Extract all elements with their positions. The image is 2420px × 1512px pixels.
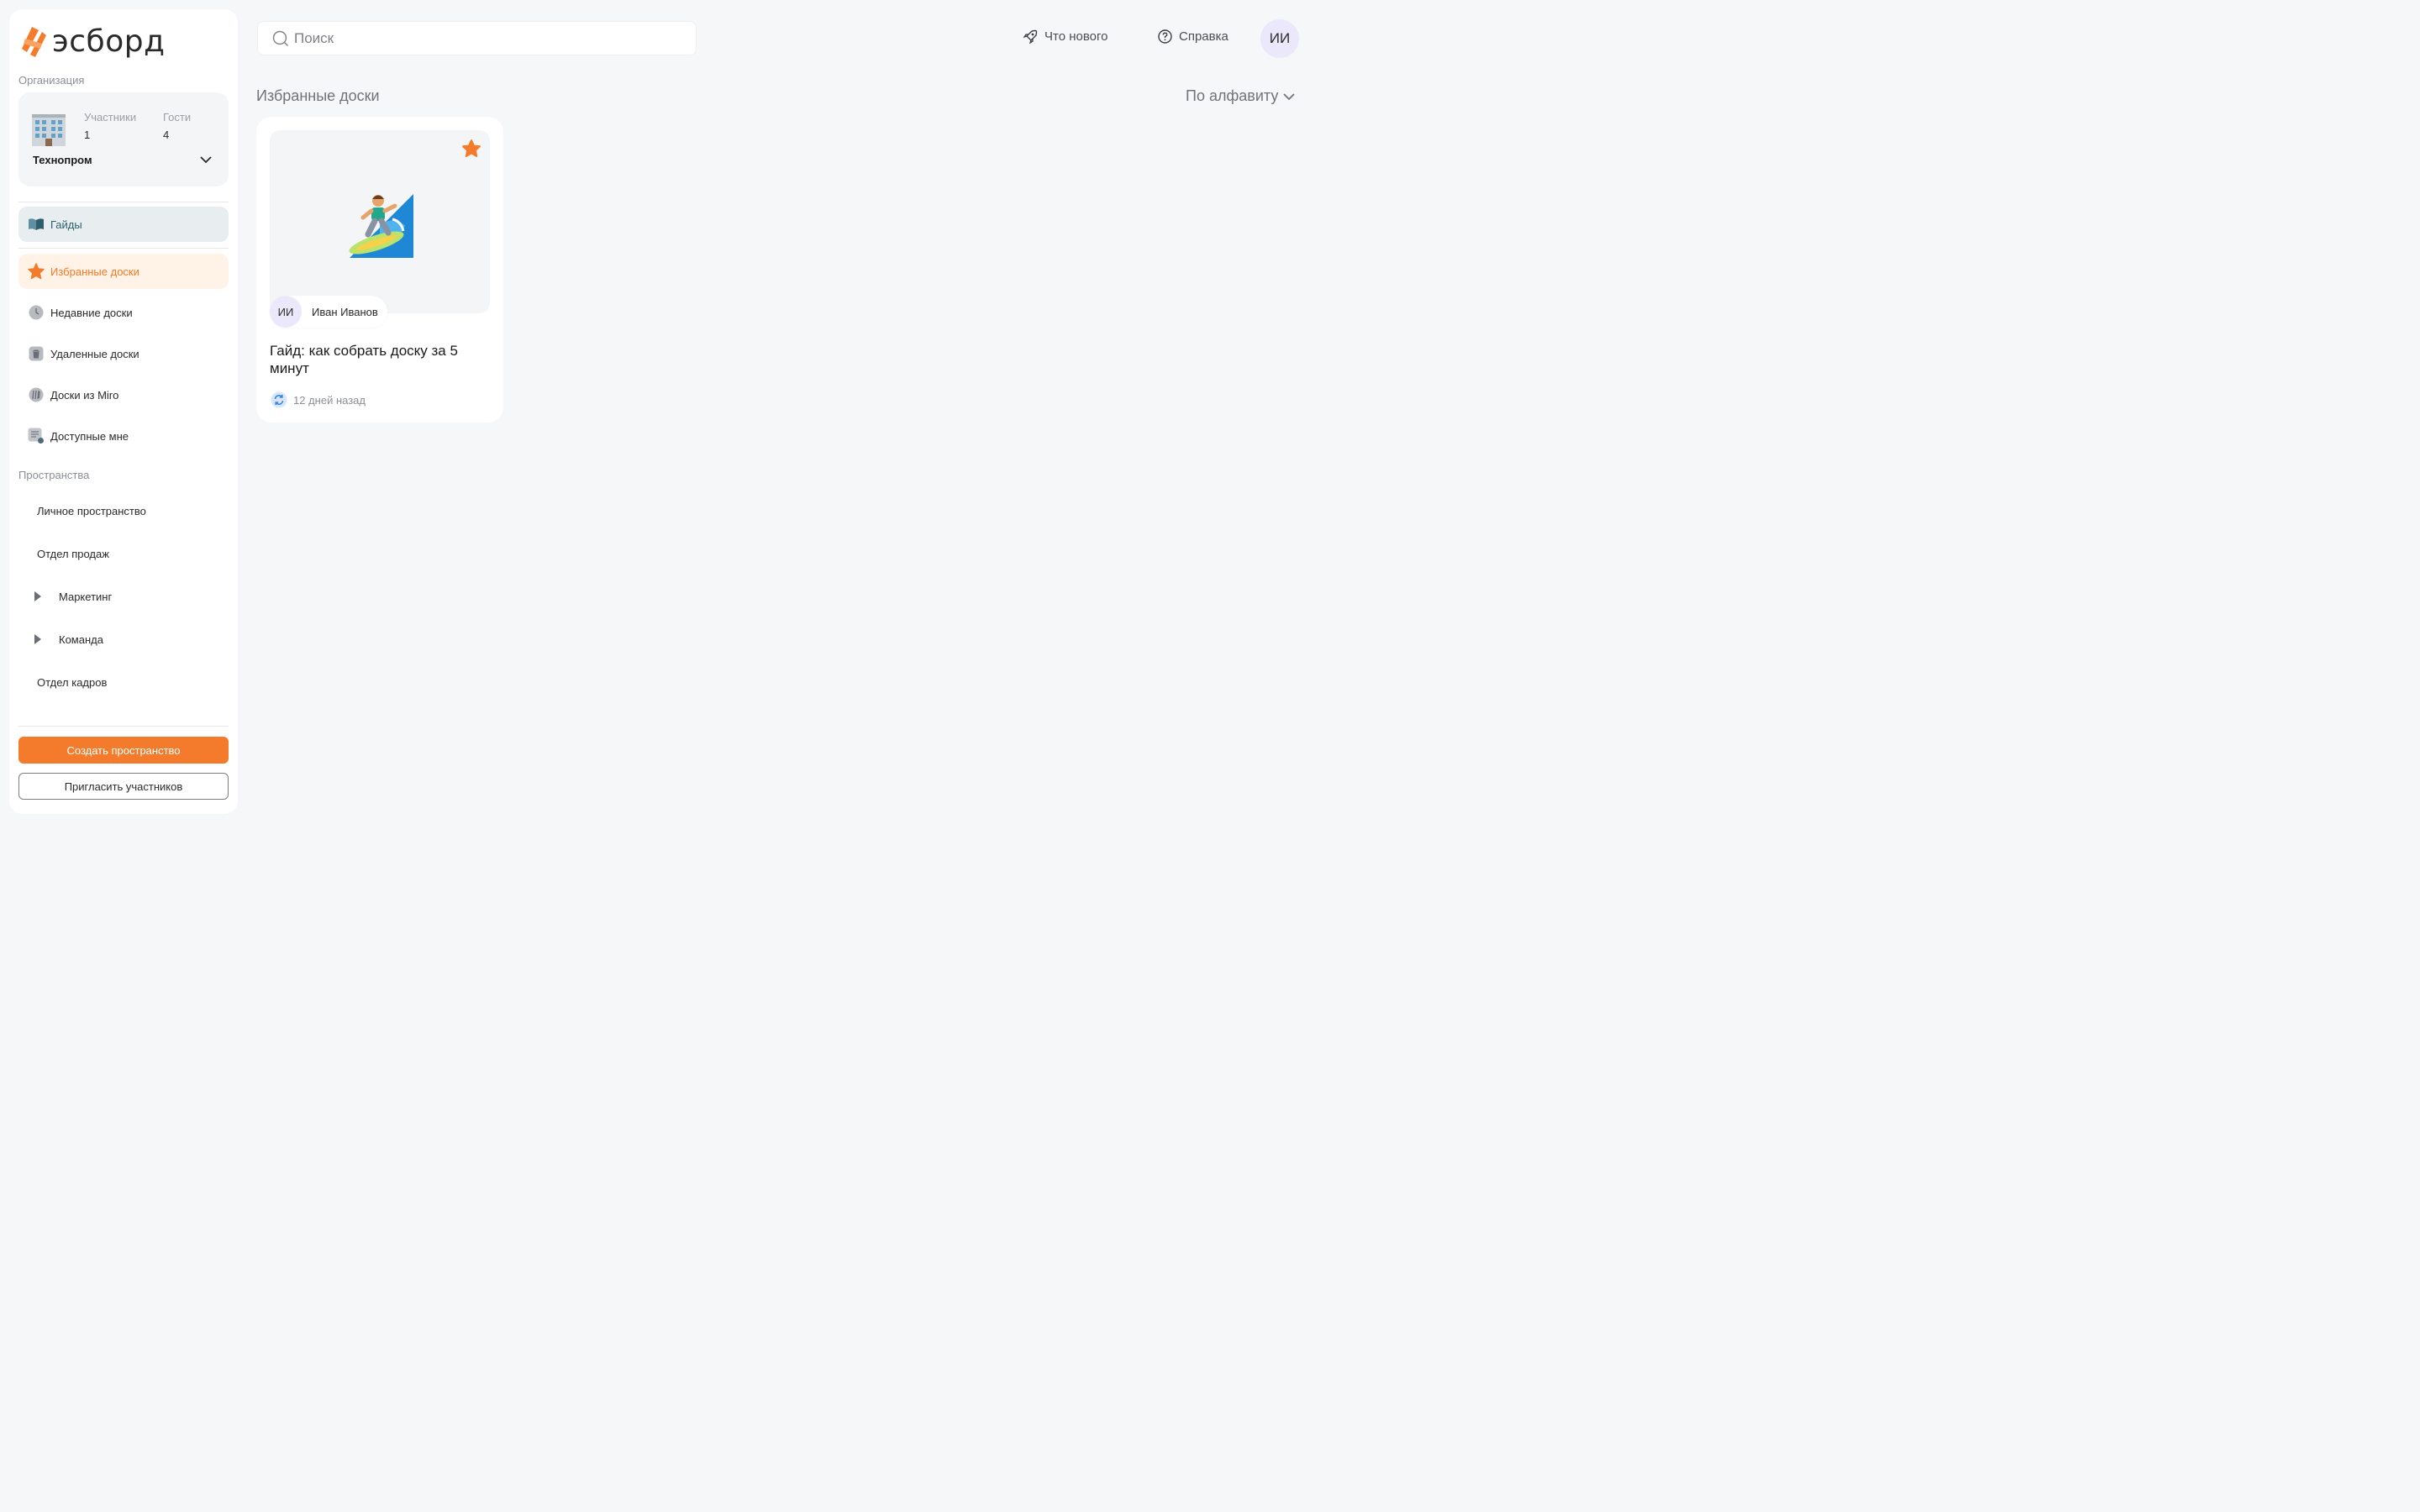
board-card[interactable]: ИИ Иван Иванов Гайд: как собрать доску з…	[256, 117, 503, 423]
board-author: ИИ Иван Иванов	[270, 296, 387, 328]
question-circle-icon	[1157, 29, 1172, 44]
space-item-label: Команда	[59, 633, 103, 646]
organization-card[interactable]: Участники 1 Гости 4 Технопром	[18, 92, 229, 186]
surfer-emoji-icon	[349, 194, 413, 258]
guests-label: Гости	[163, 111, 192, 123]
invite-members-button[interactable]: Пригласить участников	[18, 773, 229, 800]
search-input[interactable]	[294, 29, 664, 47]
author-name: Иван Иванов	[312, 305, 378, 318]
organization-section-label: Организация	[18, 74, 85, 87]
board-title: Гайд: как собрать доску за 5 минут	[270, 343, 458, 376]
caret-right-icon[interactable]	[31, 633, 45, 646]
chevron-down-icon	[1283, 92, 1295, 100]
clock-icon	[28, 304, 45, 321]
nav-favorites-label: Избранные доски	[50, 265, 139, 278]
divider	[18, 248, 229, 249]
caret-right-icon[interactable]	[31, 590, 45, 603]
logo[interactable]: эсборд	[20, 24, 166, 59]
guests-count: 4	[163, 129, 170, 141]
nav-guides-label: Гайды	[50, 218, 82, 231]
space-item-team[interactable]: Команда	[18, 622, 229, 656]
page-title: Избранные доски	[256, 87, 380, 104]
nav-recent[interactable]: Недавние доски	[18, 295, 229, 330]
board-updated: 12 дней назад	[271, 391, 366, 408]
create-space-button[interactable]: Создать пространство	[18, 737, 229, 764]
members-count: 1	[84, 129, 91, 141]
whats-new-link[interactable]: Что нового	[1023, 29, 1107, 44]
nav-guides[interactable]: Гайды	[18, 207, 229, 242]
members-label: Участники	[84, 111, 137, 123]
miro-icon	[28, 386, 45, 403]
board-preview	[270, 130, 490, 313]
nav-deleted[interactable]: Удаленные доски	[18, 336, 229, 371]
search-icon	[272, 30, 288, 46]
nav-miro-label: Доски из Miro	[50, 388, 119, 402]
nav-shared[interactable]: Доступные мне	[18, 418, 229, 454]
trash-icon	[28, 345, 45, 362]
nav-favorites[interactable]: Избранные доски	[18, 254, 229, 289]
help-link[interactable]: Справка	[1157, 29, 1228, 44]
sidebar: эсборд Организация Участники 1 Гости 4 Т…	[9, 9, 238, 814]
star-icon	[28, 263, 45, 280]
space-item-personal[interactable]: Личное пространство	[18, 494, 229, 528]
space-item-label: Личное пространство	[37, 504, 146, 517]
spaces-section-label: Пространства	[18, 469, 90, 481]
rocket-icon	[1023, 29, 1038, 44]
chevron-down-icon[interactable]	[200, 155, 212, 164]
open-book-icon	[28, 216, 45, 233]
whats-new-label: Что нового	[1044, 29, 1108, 44]
nav-recent-label: Недавние доски	[50, 306, 133, 319]
user-avatar[interactable]: ИИ	[1260, 19, 1299, 58]
space-item-label: Отдел продаж	[37, 547, 109, 560]
sync-icon	[271, 391, 287, 408]
board-updated-label: 12 дней назад	[293, 393, 366, 407]
nav-shared-label: Доступные мне	[50, 429, 129, 443]
organization-name: Технопром	[33, 154, 92, 166]
space-item-label: Маркетинг	[59, 590, 113, 603]
space-item-hr[interactable]: Отдел кадров	[18, 665, 229, 699]
shared-document-icon	[28, 428, 45, 444]
nav-deleted-label: Удаленные доски	[50, 347, 139, 360]
space-item-marketing[interactable]: Маркетинг	[18, 580, 229, 613]
office-building-icon	[32, 114, 66, 146]
space-item-label: Отдел кадров	[37, 675, 108, 689]
guests-stat: Гости 4	[163, 111, 191, 141]
logo-text: эсборд	[52, 24, 166, 59]
members-stat: Участники 1	[84, 111, 136, 141]
help-label: Справка	[1179, 29, 1228, 44]
author-avatar: ИИ	[270, 296, 302, 328]
star-favorite-icon[interactable]	[461, 139, 481, 159]
search-bar[interactable]	[257, 21, 697, 55]
sort-dropdown[interactable]: По алфавиту	[1186, 87, 1295, 105]
logo-mark-icon	[22, 26, 46, 57]
space-item-sales[interactable]: Отдел продаж	[18, 537, 229, 570]
divider	[18, 726, 229, 727]
nav-miro[interactable]: Доски из Miro	[18, 377, 229, 412]
sort-label: По алфавиту	[1186, 87, 1279, 104]
